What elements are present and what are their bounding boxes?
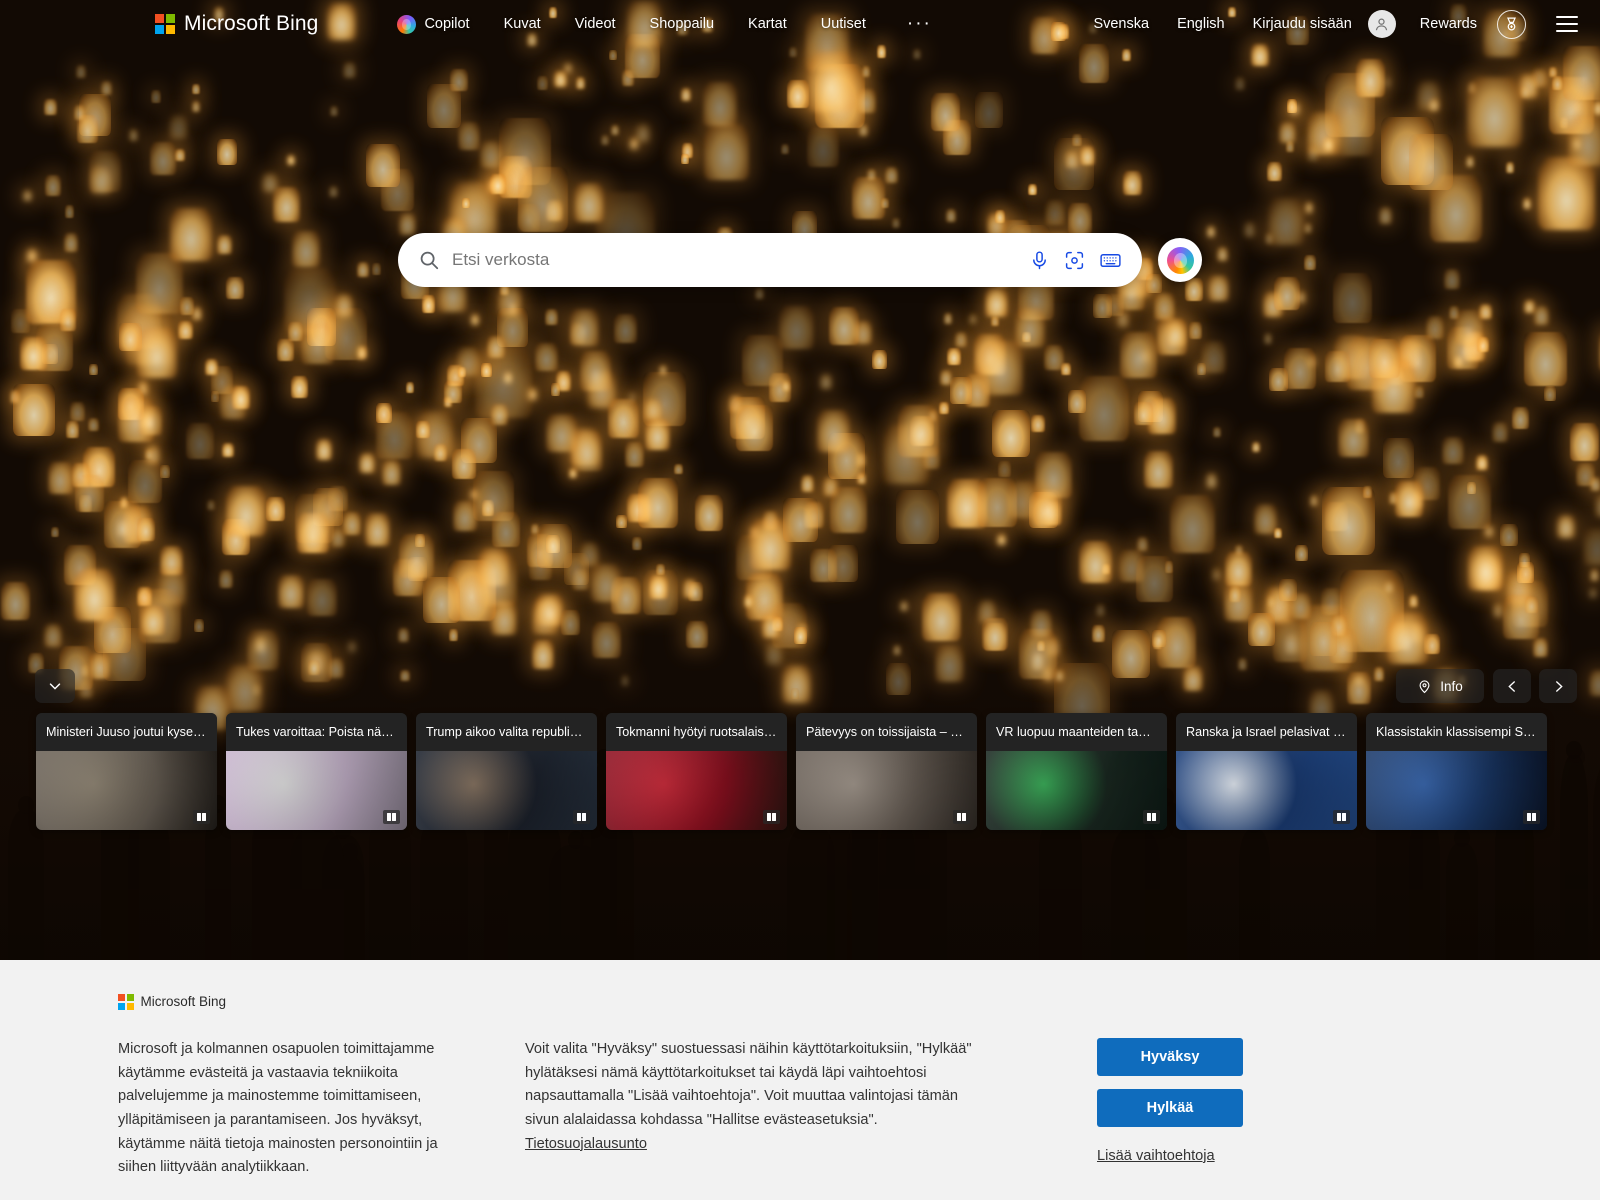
nav-item-videot[interactable]: Videot: [558, 10, 633, 38]
language-link-english[interactable]: English: [1163, 10, 1239, 38]
news-card-source-badge: [1143, 810, 1160, 824]
news-card-image: [796, 751, 977, 830]
copilot-button[interactable]: [1158, 238, 1202, 282]
news-card-image: [1176, 751, 1357, 830]
nav-item-uutiset[interactable]: Uutiset: [804, 10, 883, 38]
news-card-source-badge: [193, 810, 210, 824]
news-card-source-badge: [953, 810, 970, 824]
next-image-button[interactable]: [1539, 669, 1577, 703]
microsoft-logo-icon: [118, 994, 134, 1010]
news-card-image: [226, 751, 407, 830]
consent-paragraph-2: Voit valita "Hyväksy" suostuessasi näihi…: [525, 1038, 975, 1156]
news-card-title: Tokmanni hyötyi ruotsalais…: [606, 713, 787, 751]
accept-button[interactable]: Hyväksy: [1097, 1038, 1243, 1076]
nav-item-label: Kartat: [748, 16, 787, 32]
news-card[interactable]: Tokmanni hyötyi ruotsalais…: [606, 713, 787, 830]
nav-item-shoppailu[interactable]: Shoppailu: [633, 10, 732, 38]
nav-item-label: Uutiset: [820, 16, 866, 32]
consent-paragraph-2-text: Voit valita "Hyväksy" suostuessasi näihi…: [525, 1041, 972, 1128]
news-card-title: Klassistakin klassisempi S…: [1366, 713, 1547, 751]
news-card-source-badge: [383, 810, 400, 824]
primary-nav: Copilot Kuvat Videot Shoppailu Kartat Uu…: [380, 9, 945, 40]
news-card[interactable]: VR luopuu maanteiden ta…: [986, 713, 1167, 830]
nav-item-label: Shoppailu: [649, 16, 715, 32]
news-card[interactable]: Ministeri Juuso joutui kyse…: [36, 713, 217, 830]
news-card-source-badge: [573, 810, 590, 824]
search-actions: [1029, 249, 1128, 272]
visual-search-icon[interactable]: [1064, 250, 1085, 271]
sign-in-link[interactable]: Kirjaudu sisään: [1239, 10, 1366, 38]
consent-brand-label: Microsoft Bing: [140, 994, 227, 1010]
previous-image-button[interactable]: [1493, 669, 1531, 703]
news-card-source-badge: [1523, 810, 1540, 824]
news-card-source-badge: [763, 810, 780, 824]
search-area: [0, 233, 1600, 287]
rewards-link[interactable]: Rewards: [1406, 10, 1491, 38]
person-icon: [1376, 18, 1388, 30]
news-card-title: Trump aikoo valita republi…: [416, 713, 597, 751]
language-link-svenska[interactable]: Svenska: [1079, 10, 1163, 38]
bing-logo[interactable]: Microsoft Bing: [155, 12, 318, 36]
news-card-image: [606, 751, 787, 830]
consent-brand: Microsoft Bing: [118, 994, 226, 1010]
more-options-link[interactable]: Lisää vaihtoehtoja: [1097, 1148, 1215, 1164]
info-label: Info: [1440, 678, 1463, 694]
copilot-icon: [1166, 246, 1194, 274]
keyboard-icon[interactable]: [1099, 249, 1122, 272]
news-card-image: [36, 751, 217, 830]
search-box[interactable]: [398, 233, 1142, 287]
nav-item-copilot[interactable]: Copilot: [380, 9, 486, 40]
news-card-title: VR luopuu maanteiden ta…: [986, 713, 1167, 751]
cookie-consent-banner: Microsoft Bing Microsoft ja kolmannen os…: [0, 960, 1600, 1200]
nav-item-label: Kuvat: [503, 16, 541, 32]
hamburger-menu-button[interactable]: [1556, 16, 1578, 32]
privacy-statement-link[interactable]: Tietosuojalausunto: [525, 1136, 647, 1152]
image-info-button[interactable]: Info: [1396, 669, 1484, 703]
copilot-icon: [397, 14, 417, 34]
reject-button[interactable]: Hylkää: [1097, 1089, 1243, 1127]
nav-right-group: Svenska English Kirjaudu sisään Rewards: [1079, 9, 1600, 39]
news-card[interactable]: Klassistakin klassisempi S…: [1366, 713, 1547, 830]
news-card[interactable]: Pätevyys on toissijaista – …: [796, 713, 977, 830]
nav-item-kuvat[interactable]: Kuvat: [487, 10, 558, 38]
news-card-title: Ministeri Juuso joutui kyse…: [36, 713, 217, 751]
search-icon: [418, 249, 440, 271]
news-card-title: Ranska ja Israel pelasivat …: [1176, 713, 1357, 751]
news-card-image: [986, 751, 1167, 830]
news-card-image: [1366, 751, 1547, 830]
chevron-right-icon: [1555, 680, 1563, 692]
consent-actions: Hyväksy Hylkää Lisää vaihtoehtoja: [1097, 1038, 1387, 1165]
expand-feed-button[interactable]: [35, 669, 75, 703]
news-card-source-badge: [1333, 810, 1350, 824]
search-input[interactable]: [452, 250, 1029, 270]
news-card[interactable]: Trump aikoo valita republi…: [416, 713, 597, 830]
news-card-title: Pätevyys on toissijaista – …: [796, 713, 977, 751]
bing-homepage: Microsoft Bing Copilot Kuvat Videot Shop…: [0, 0, 1600, 1200]
top-navigation-bar: Microsoft Bing Copilot Kuvat Videot Shop…: [0, 0, 1600, 48]
chevron-down-icon: [49, 683, 61, 690]
microsoft-logo-icon: [155, 14, 175, 34]
nav-item-kartat[interactable]: Kartat: [731, 10, 804, 38]
news-card[interactable]: Ranska ja Israel pelasivat …: [1176, 713, 1357, 830]
medal-icon: [1507, 17, 1516, 30]
location-pin-icon: [1419, 679, 1430, 693]
news-card-strip: Ministeri Juuso joutui kyse… Tukes varoit…: [36, 713, 1547, 830]
avatar[interactable]: [1367, 10, 1396, 38]
microphone-icon[interactable]: [1029, 250, 1050, 271]
news-card[interactable]: Tukes varoittaa: Poista nä…: [226, 713, 407, 830]
rewards-badge[interactable]: [1497, 9, 1526, 39]
nav-item-label: Videot: [574, 16, 616, 32]
news-card-image: [416, 751, 597, 830]
chevron-left-icon: [1507, 680, 1515, 692]
nav-item-label: Copilot: [424, 16, 470, 32]
news-card-title: Tukes varoittaa: Poista nä…: [226, 713, 407, 751]
nav-overflow-icon[interactable]: ···: [893, 13, 946, 35]
brand-title: Microsoft Bing: [184, 12, 319, 35]
consent-paragraph-1: Microsoft ja kolmannen osapuolen toimitt…: [118, 1041, 438, 1176]
